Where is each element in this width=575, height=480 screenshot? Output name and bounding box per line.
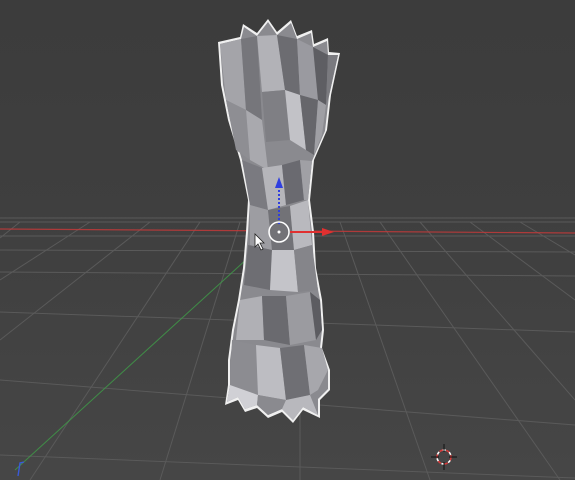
viewport-canvas[interactable] <box>0 0 575 480</box>
x-arrow-head[interactable] <box>322 228 334 236</box>
3d-viewport[interactable] <box>0 0 575 480</box>
3d-cursor-crosshair-icon[interactable] <box>431 444 457 470</box>
pivot-center-dot <box>277 230 281 234</box>
twisted-column-object[interactable] <box>218 19 340 423</box>
